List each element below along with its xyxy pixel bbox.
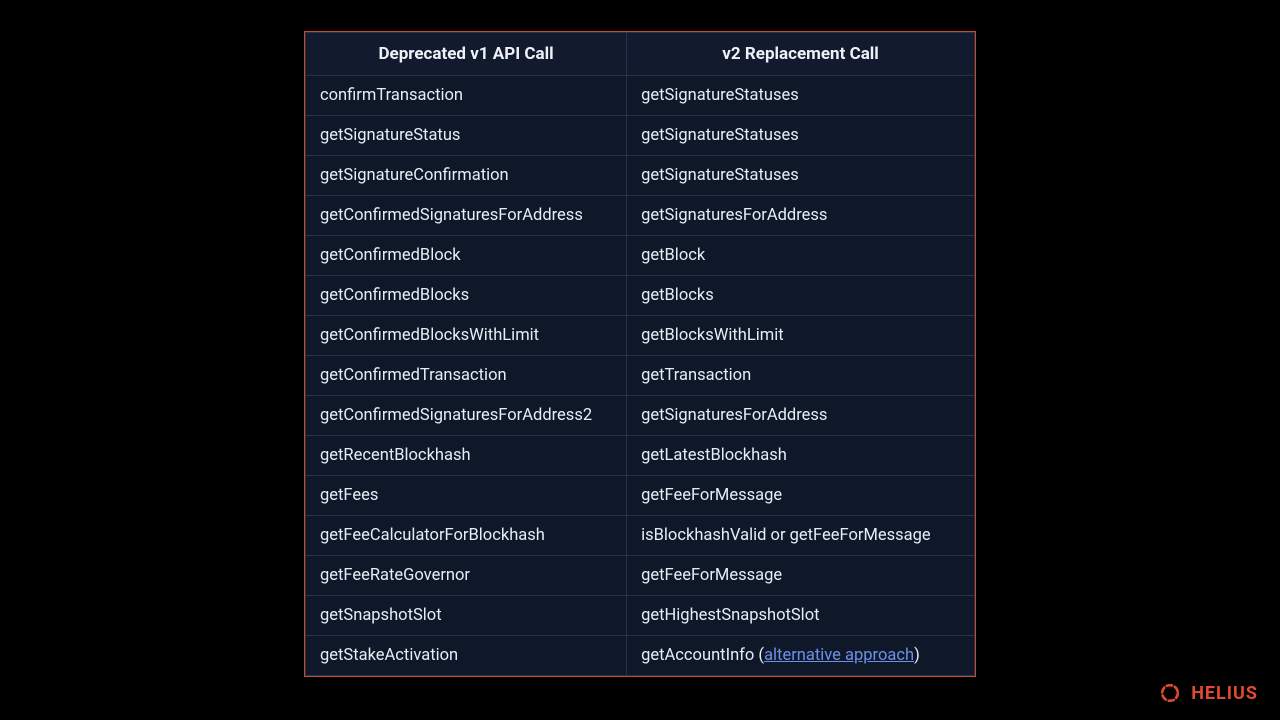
cell-deprecated: getSignatureStatus (306, 116, 627, 156)
api-migration-table-container: Deprecated v1 API Call v2 Replacement Ca… (304, 31, 976, 677)
cell-replacement: getAccountInfo (alternative approach) (627, 636, 975, 676)
table-row: getStakeActivationgetAccountInfo (altern… (306, 636, 975, 676)
helius-logo-icon (1157, 680, 1183, 706)
table-row: getRecentBlockhashgetLatestBlockhash (306, 436, 975, 476)
cell-replacement: getBlocks (627, 276, 975, 316)
table-row: getSignatureStatusgetSignatureStatuses (306, 116, 975, 156)
cell-deprecated: getFeeCalculatorForBlockhash (306, 516, 627, 556)
table-row: getConfirmedBlockgetBlock (306, 236, 975, 276)
cell-deprecated: getStakeActivation (306, 636, 627, 676)
cell-deprecated: getConfirmedBlock (306, 236, 627, 276)
cell-deprecated: getConfirmedSignaturesForAddress (306, 196, 627, 236)
cell-deprecated: getRecentBlockhash (306, 436, 627, 476)
brand-badge: HELIUS (1157, 680, 1258, 706)
table-row: getSignatureConfirmationgetSignatureStat… (306, 156, 975, 196)
brand-name: HELIUS (1191, 683, 1258, 704)
cell-replacement: getBlock (627, 236, 975, 276)
cell-deprecated: getConfirmedBlocksWithLimit (306, 316, 627, 356)
cell-replacement: getLatestBlockhash (627, 436, 975, 476)
cell-replacement: getSignatureStatuses (627, 116, 975, 156)
th-deprecated: Deprecated v1 API Call (306, 33, 627, 76)
cell-deprecated: getConfirmedBlocks (306, 276, 627, 316)
table-row: getConfirmedBlocksgetBlocks (306, 276, 975, 316)
cell-deprecated: getSignatureConfirmation (306, 156, 627, 196)
cell-replacement: getFeeForMessage (627, 556, 975, 596)
cell-deprecated: getSnapshotSlot (306, 596, 627, 636)
cell-replacement: getBlocksWithLimit (627, 316, 975, 356)
cell-replacement: getFeeForMessage (627, 476, 975, 516)
cell-replacement: getHighestSnapshotSlot (627, 596, 975, 636)
cell-replacement: getSignaturesForAddress (627, 196, 975, 236)
table-row: getConfirmedSignaturesForAddress2getSign… (306, 396, 975, 436)
cell-replacement: isBlockhashValid or getFeeForMessage (627, 516, 975, 556)
table-row: getSnapshotSlotgetHighestSnapshotSlot (306, 596, 975, 636)
cell-deprecated: getFees (306, 476, 627, 516)
table-row: getConfirmedBlocksWithLimitgetBlocksWith… (306, 316, 975, 356)
cell-deprecated: getConfirmedTransaction (306, 356, 627, 396)
cell-replacement: getSignatureStatuses (627, 156, 975, 196)
table-row: getFeeCalculatorForBlockhashisBlockhashV… (306, 516, 975, 556)
table-row: getConfirmedTransactiongetTransaction (306, 356, 975, 396)
table-row: getFeesgetFeeForMessage (306, 476, 975, 516)
cell-deprecated: getFeeRateGovernor (306, 556, 627, 596)
cell-replacement: getTransaction (627, 356, 975, 396)
cell-replacement: getSignatureStatuses (627, 76, 975, 116)
th-replacement: v2 Replacement Call (627, 33, 975, 76)
api-migration-table: Deprecated v1 API Call v2 Replacement Ca… (305, 32, 975, 676)
cell-deprecated: confirmTransaction (306, 76, 627, 116)
cell-deprecated: getConfirmedSignaturesForAddress2 (306, 396, 627, 436)
cell-replacement: getSignaturesForAddress (627, 396, 975, 436)
table-row: confirmTransactiongetSignatureStatuses (306, 76, 975, 116)
alternative-approach-link[interactable]: alternative approach (764, 646, 914, 665)
table-row: getConfirmedSignaturesForAddressgetSigna… (306, 196, 975, 236)
table-row: getFeeRateGovernorgetFeeForMessage (306, 556, 975, 596)
